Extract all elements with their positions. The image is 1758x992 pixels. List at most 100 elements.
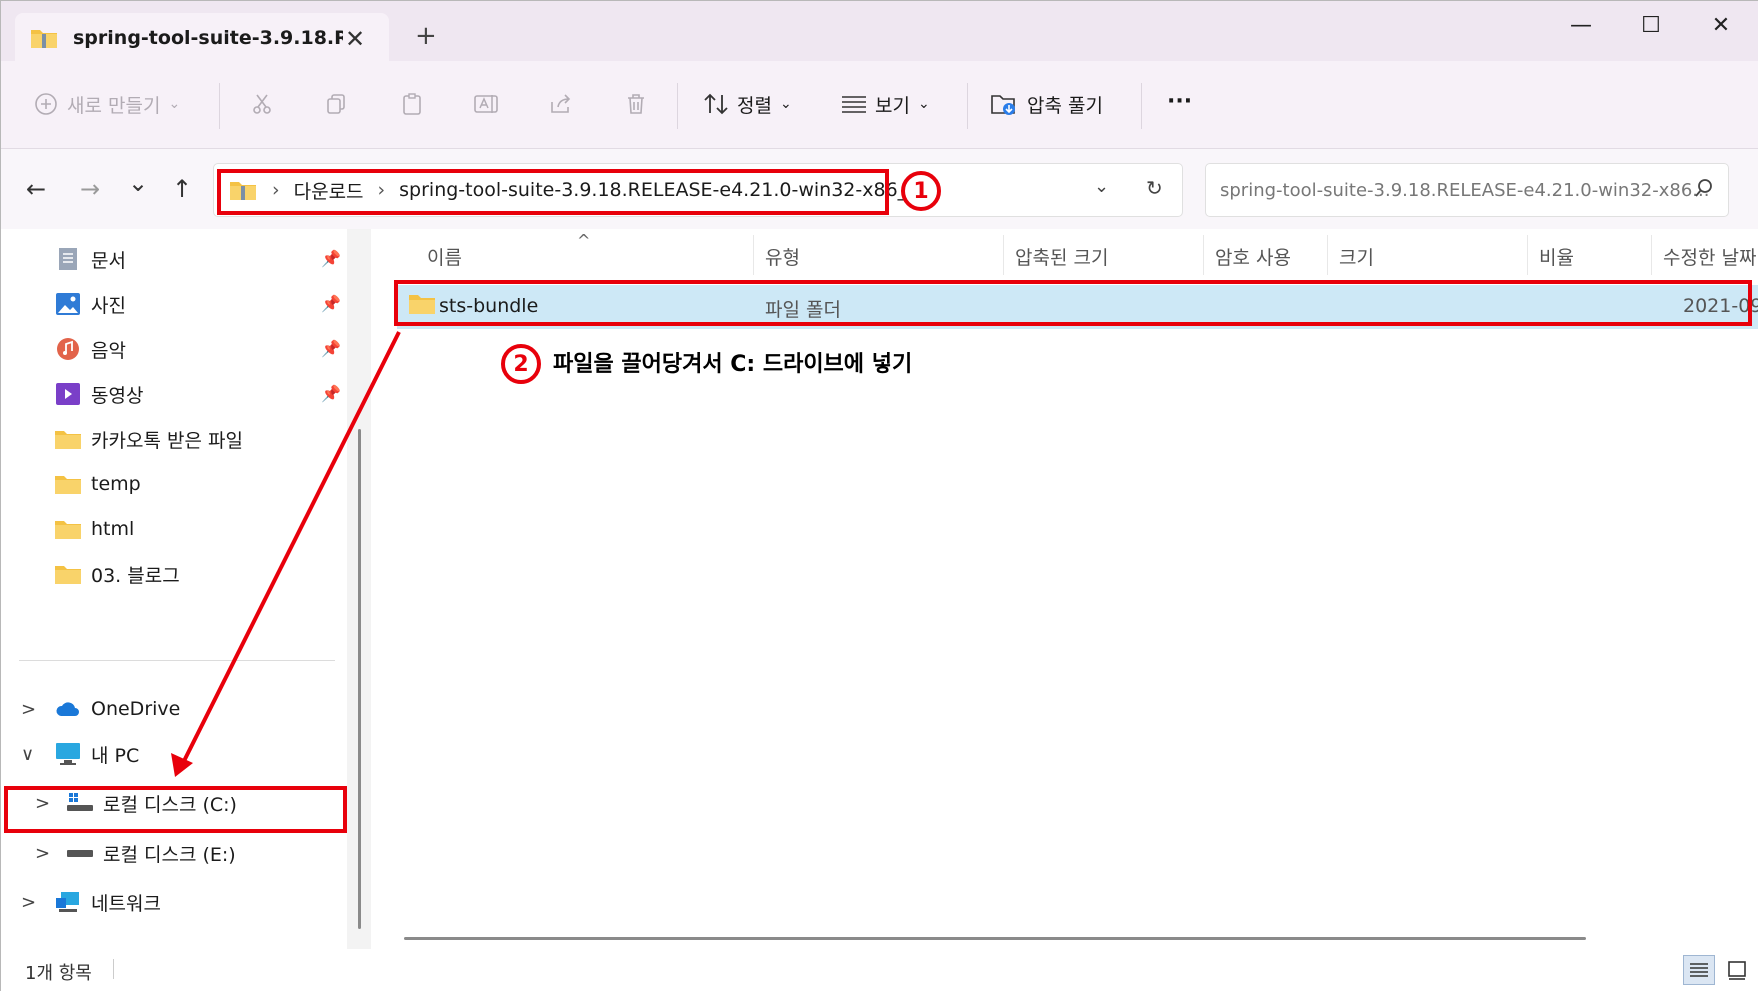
sidebar-scrollbar-thumb[interactable] (358, 429, 361, 929)
folder-icon (55, 562, 81, 586)
expand-chevron-icon[interactable]: > (35, 843, 50, 864)
divider (1141, 83, 1142, 129)
folder-icon (55, 472, 81, 496)
sort-ascending-icon: ^ (577, 231, 591, 250)
column-divider[interactable] (1327, 235, 1328, 275)
zip-folder-icon (29, 23, 59, 53)
pin-icon[interactable]: 📌 (321, 249, 341, 268)
column-divider[interactable] (1527, 235, 1528, 275)
annotation-highlight-folder-row (394, 280, 1752, 326)
sidebar-item-kakaotalk-files[interactable]: 카카오톡 받은 파일 (55, 419, 243, 459)
sidebar-item-blog[interactable]: 03. 블로그 (55, 554, 180, 594)
command-toolbar: 새로 만들기 ⌄ 정렬 ⌄ 보기 ⌄ 압축 풀기 ··· (1, 61, 1758, 149)
sort-icon (701, 89, 731, 119)
column-header-name[interactable]: 이름 (427, 243, 462, 270)
column-header-size[interactable]: 크기 (1339, 243, 1374, 270)
tiles-view-icon (1728, 961, 1746, 980)
sidebar-item-label: html (91, 518, 135, 540)
sidebar-item-label: OneDrive (91, 698, 181, 720)
column-header-modified[interactable]: 수정한 날짜 (1663, 243, 1756, 270)
address-dropdown-icon[interactable]: ⌄ (1094, 176, 1109, 197)
sidebar-item-onedrive[interactable]: OneDrive (55, 689, 180, 729)
sort-button[interactable]: 정렬 ⌄ (701, 89, 792, 119)
rename-button[interactable] (471, 89, 501, 119)
network-icon (55, 890, 81, 914)
forward-button[interactable]: → (73, 175, 107, 203)
column-header-compressed-size[interactable]: 압축된 크기 (1015, 243, 1108, 270)
column-divider[interactable] (753, 235, 754, 275)
column-divider[interactable] (1203, 235, 1204, 275)
details-view-icon (1690, 963, 1708, 977)
minimize-button[interactable]: — (1561, 13, 1601, 38)
sidebar-item-this-pc[interactable]: 내 PC (55, 734, 139, 774)
chevron-down-icon: ⌄ (168, 96, 181, 112)
tab-close-icon[interactable]: ✕ (345, 25, 365, 53)
more-options-button[interactable]: ··· (1167, 89, 1192, 114)
sort-button-label: 정렬 (737, 94, 772, 117)
expand-chevron-icon[interactable]: > (21, 699, 36, 720)
extract-button-label: 압축 풀기 (1027, 94, 1103, 117)
pin-icon[interactable]: 📌 (321, 384, 341, 403)
sidebar-item-label: 로컬 디스크 (E:) (103, 843, 236, 866)
scissors-icon (247, 89, 277, 119)
trash-icon (621, 89, 651, 119)
pin-icon[interactable]: 📌 (321, 339, 341, 358)
rename-icon (471, 89, 501, 119)
tab-current[interactable]: spring-tool-suite-3.9.18.RELEA ✕ (15, 13, 389, 63)
column-divider[interactable] (1651, 235, 1652, 275)
details-view-button[interactable] (1683, 955, 1715, 985)
folder-icon (55, 517, 81, 541)
search-placeholder: spring-tool-suite-3.9.18.RELEASE-e4.21.0… (1220, 179, 1710, 201)
view-button-label: 보기 (875, 94, 910, 117)
cut-button[interactable] (247, 89, 277, 119)
column-header-password[interactable]: 암호 사용 (1215, 243, 1291, 270)
sidebar-item-label: temp (91, 473, 141, 495)
plus-circle-icon (31, 89, 61, 119)
annotation-step-1-badge: 1 (901, 171, 941, 211)
column-header-ratio[interactable]: 비율 (1539, 243, 1574, 270)
back-button[interactable]: ← (19, 175, 53, 203)
sidebar-item-label: 네트워크 (91, 892, 161, 915)
search-input[interactable]: spring-tool-suite-3.9.18.RELEASE-e4.21.0… (1205, 163, 1729, 217)
close-button[interactable]: ✕ (1701, 13, 1741, 38)
collapse-chevron-icon[interactable]: ∨ (21, 744, 34, 765)
navigation-pane: 문서 📌 사진 📌 음악 📌 동영상 📌 카카오톡 받은 파일 temp htm… (1, 229, 371, 949)
view-list-icon (839, 89, 869, 119)
sidebar-item-html[interactable]: html (55, 509, 134, 549)
paste-button[interactable] (397, 89, 427, 119)
sidebar-item-videos[interactable]: 동영상 (55, 374, 143, 414)
horizontal-scrollbar[interactable] (404, 937, 1586, 940)
copy-button[interactable] (321, 89, 351, 119)
drive-e-icon (67, 841, 93, 865)
pc-icon (55, 742, 81, 766)
new-button[interactable]: 새로 만들기 ⌄ (31, 89, 180, 119)
pin-icon[interactable]: 📌 (321, 294, 341, 313)
tiles-view-button[interactable] (1721, 955, 1753, 985)
maximize-button[interactable]: ☐ (1631, 13, 1671, 38)
sidebar-item-music[interactable]: 음악 (55, 329, 126, 369)
sidebar-item-drive-e[interactable]: 로컬 디스크 (E:) (67, 833, 236, 873)
tab-title: spring-tool-suite-3.9.18.RELEA (73, 27, 343, 49)
sidebar-divider (19, 660, 335, 661)
divider (677, 83, 678, 129)
view-button[interactable]: 보기 ⌄ (839, 89, 930, 119)
expand-chevron-icon[interactable]: > (21, 892, 36, 913)
sidebar-item-network[interactable]: 네트워크 (55, 882, 161, 922)
recent-locations-button[interactable]: ⌄ (121, 169, 155, 197)
divider (967, 83, 968, 129)
share-button[interactable] (546, 89, 576, 119)
sidebar-item-pictures[interactable]: 사진 (55, 284, 126, 324)
delete-button[interactable] (621, 89, 651, 119)
column-divider[interactable] (1003, 235, 1004, 275)
column-header-type[interactable]: 유형 (765, 243, 800, 270)
annotation-highlight-address (217, 169, 889, 215)
share-icon (546, 89, 576, 119)
up-button[interactable]: ↑ (165, 175, 199, 203)
extract-button[interactable]: 압축 풀기 (989, 89, 1103, 119)
sidebar-item-documents[interactable]: 문서 (55, 239, 126, 279)
sidebar-item-temp[interactable]: temp (55, 464, 141, 504)
new-tab-button[interactable]: + (415, 21, 437, 51)
search-icon[interactable] (1694, 178, 1714, 203)
file-explorer-window: spring-tool-suite-3.9.18.RELEA ✕ + — ☐ ✕… (0, 0, 1758, 992)
refresh-icon[interactable]: ↻ (1146, 176, 1163, 200)
